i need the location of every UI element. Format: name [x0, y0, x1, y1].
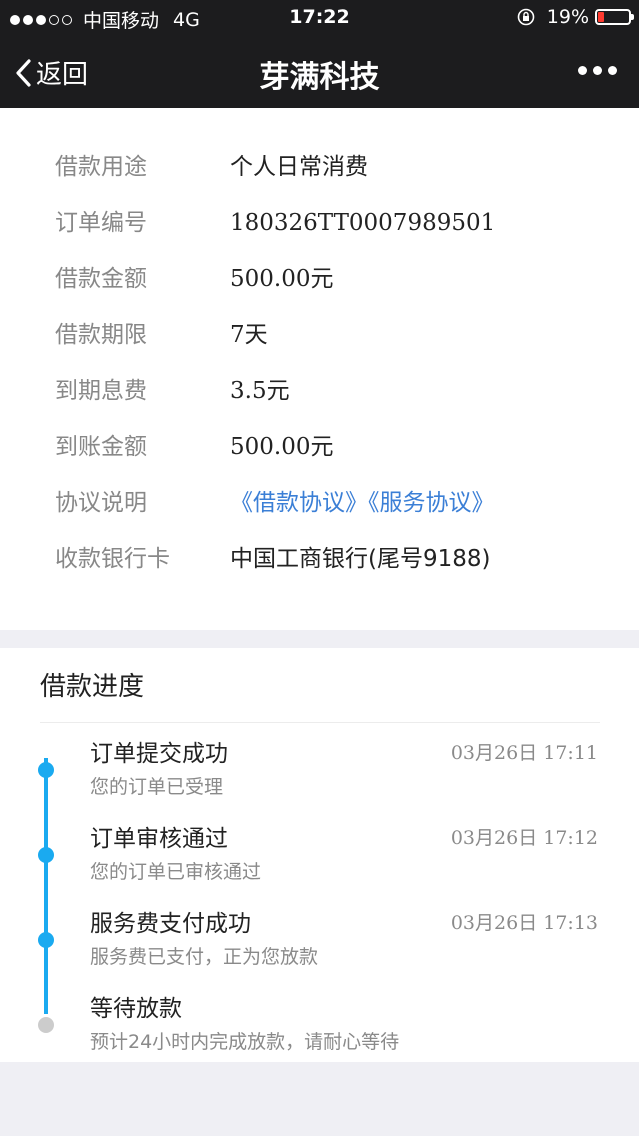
step-description: 您的订单已受理: [90, 776, 224, 798]
detail-label: 借款金额: [55, 266, 147, 292]
step-done-dot-icon: [38, 847, 54, 863]
loan-progress-card: 借款进度 订单提交成功 您的订单已受理 03月26日 17:11 订单审核通过 …: [0, 648, 639, 1062]
detail-label: 借款用途: [55, 154, 147, 180]
more-dots-icon: [578, 66, 587, 75]
step-time: 03月26日 17:11: [450, 742, 598, 764]
step-time: 03月26日 17:12: [450, 827, 598, 849]
detail-row-order-number: 订单编号 180326TT0007989501: [0, 203, 639, 243]
step-description: 服务费已支付，正为您放款: [90, 946, 319, 968]
detail-value: 个人日常消费: [230, 154, 368, 180]
detail-row-interest: 到期息费 3.5元: [0, 371, 639, 411]
detail-row-agreements: 协议说明 《借款协议》《服务协议》: [0, 483, 639, 523]
status-bar: 中国移动 4G 17:22 19%: [0, 0, 639, 36]
battery-level-fill: [598, 12, 604, 22]
step-title: 服务费支付成功: [90, 911, 251, 937]
navigation-bar: 返回 芽满科技: [0, 36, 639, 108]
detail-label: 借款期限: [55, 322, 147, 348]
detail-row-amount: 借款金额 500.00元: [0, 259, 639, 299]
detail-label: 协议说明: [55, 490, 147, 516]
progress-step-submitted: 订单提交成功 您的订单已受理 03月26日 17:11: [0, 734, 639, 814]
page-title: 芽满科技: [259, 60, 380, 95]
step-done-dot-icon: [38, 932, 54, 948]
detail-value: 7天: [230, 322, 268, 348]
progress-step-approved: 订单审核通过 您的订单已审核通过 03月26日 17:12: [0, 819, 639, 899]
detail-value: 中国工商银行(尾号9188): [230, 546, 491, 572]
detail-row-term: 借款期限 7天: [0, 315, 639, 355]
progress-divider: [40, 722, 600, 723]
loan-details-card: 借款用途 个人日常消费 订单编号 180326TT0007989501 借款金额…: [0, 108, 639, 630]
rotation-lock-icon: [517, 8, 535, 26]
detail-label: 收款银行卡: [55, 546, 170, 572]
step-pending-dot-icon: [38, 1017, 54, 1033]
battery-percent: 19%: [546, 6, 589, 28]
detail-label: 订单编号: [55, 210, 147, 236]
agreement-links: 《借款协议》《服务协议》: [230, 483, 495, 523]
step-time: 03月26日 17:13: [450, 912, 598, 934]
battery-icon: [595, 9, 634, 25]
step-title: 订单提交成功: [90, 741, 228, 767]
step-title: 等待放款: [90, 996, 182, 1022]
more-button[interactable]: [572, 66, 617, 75]
progress-step-fee-paid: 服务费支付成功 服务费已支付，正为您放款 03月26日 17:13: [0, 904, 639, 984]
loan-agreement-link[interactable]: 《借款协议》: [230, 490, 368, 516]
status-bar-right: 19%: [517, 6, 634, 28]
detail-label: 到账金额: [55, 434, 147, 460]
detail-row-bank-card: 收款银行卡 中国工商银行(尾号9188): [0, 539, 639, 579]
detail-value: 3.5元: [230, 378, 290, 404]
step-done-dot-icon: [38, 762, 54, 778]
step-description: 预计24小时内完成放款，请耐心等待: [90, 1031, 400, 1053]
service-agreement-link[interactable]: 《服务协议》: [368, 490, 495, 516]
detail-value: 500.00元: [230, 266, 334, 292]
detail-label: 到期息费: [55, 378, 147, 404]
detail-row-received-amount: 到账金额 500.00元: [0, 427, 639, 467]
detail-row-purpose: 借款用途 个人日常消费: [0, 147, 639, 187]
detail-value: 180326TT0007989501: [230, 210, 496, 236]
step-title: 订单审核通过: [90, 826, 228, 852]
progress-step-awaiting-disbursement: 等待放款 预计24小时内完成放款，请耐心等待: [0, 989, 639, 1069]
step-description: 您的订单已审核通过: [90, 861, 262, 883]
detail-value: 500.00元: [230, 434, 334, 460]
progress-title: 借款进度: [40, 672, 145, 702]
